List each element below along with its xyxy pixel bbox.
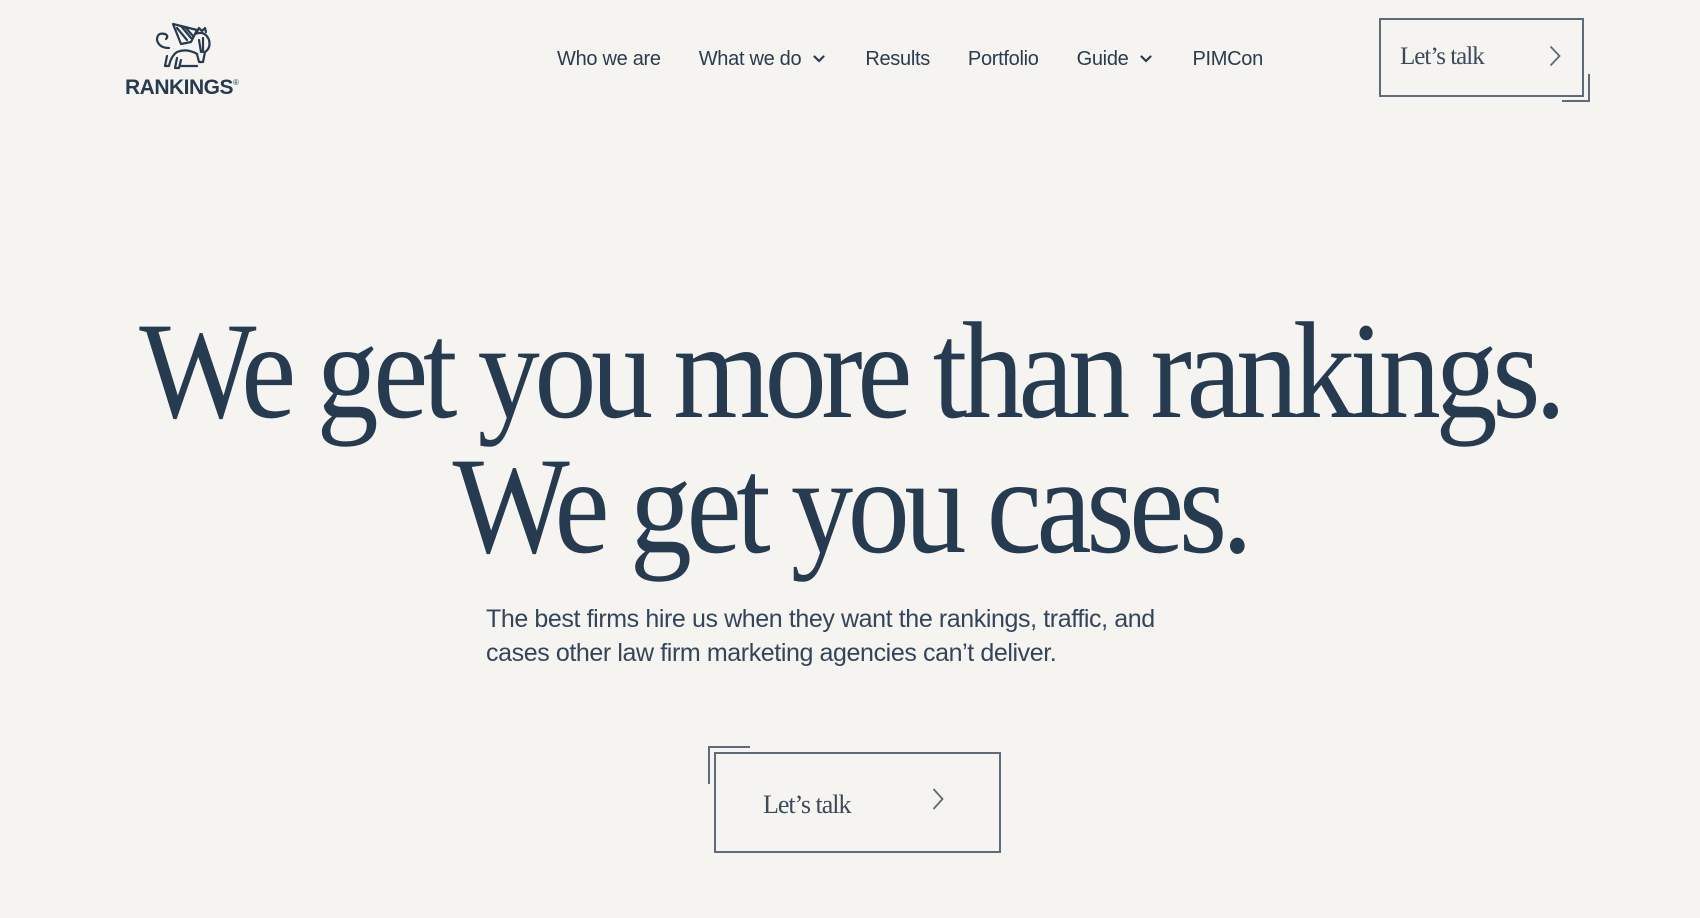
hero-subtext-line-1: The best firms hire us when they want th… [486, 605, 1155, 633]
chevron-down-icon [1140, 55, 1153, 63]
logo[interactable]: RANKINGS® [125, 18, 240, 102]
nav-label: Guide [1076, 47, 1129, 70]
hero-headline-line-2: We get you cases. [452, 429, 1253, 582]
nav-pimcon[interactable]: PIMCon [1192, 47, 1263, 71]
hero-lets-talk-button[interactable]: Let’s talk [714, 752, 1001, 853]
nav-label: What we do [698, 47, 802, 70]
nav-label: Who we are [557, 47, 661, 70]
hero-subtext-line-2: cases other law firm marketing agencies … [486, 639, 1057, 667]
nav-label: PIMCon [1192, 47, 1263, 70]
winged-lion-icon [155, 22, 211, 70]
chevron-down-icon [813, 55, 825, 63]
main-nav: Who we are What we do Results Portfolio … [557, 46, 1263, 72]
hero-headline-line-1: We get you more than rankings. [139, 294, 1566, 447]
nav-label: Results [865, 47, 930, 70]
hero-subtext: The best firms hire us when they want th… [486, 602, 1246, 670]
nav-what-we-do[interactable]: What we do [699, 48, 826, 71]
button-label: Let’s talk [1400, 43, 1485, 70]
chevron-right-icon [1549, 45, 1561, 67]
nav-who-we-are[interactable]: Who we are [557, 48, 661, 71]
nav-results[interactable]: Results [865, 48, 930, 71]
header-lets-talk-button[interactable]: Let’s talk [1379, 18, 1584, 97]
button-label: Let’s talk [763, 790, 851, 819]
nav-portfolio[interactable]: Portfolio [968, 48, 1039, 71]
nav-label: Portfolio [967, 47, 1039, 70]
chevron-right-icon [932, 788, 944, 810]
nav-guide[interactable]: Guide [1077, 48, 1153, 71]
brand-wordmark: RANKINGS® [125, 76, 239, 99]
